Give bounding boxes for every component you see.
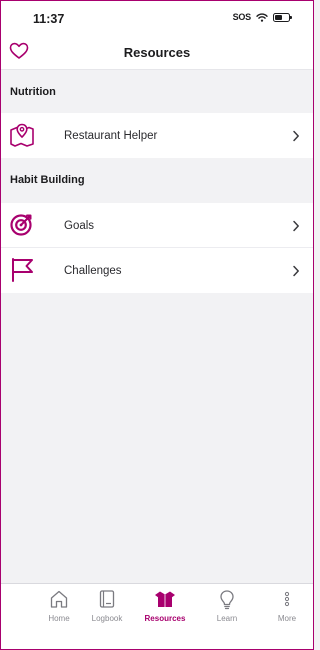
section-header-nutrition: Nutrition [0,70,314,113]
tab-learn[interactable]: Learn [197,584,257,634]
target-icon [10,214,32,236]
chevron-right-icon [293,265,299,276]
page-title: Resources [123,45,191,60]
section-title: Habit Building [10,173,85,186]
battery-icon [273,12,292,22]
list-item-label: Restaurant Helper [64,129,158,142]
tab-more[interactable]: More [257,584,317,634]
list-item-goals[interactable]: Goals [0,203,314,248]
list-item-challenges[interactable]: Challenges [0,248,314,293]
list-item-label: Goals [64,219,95,232]
flag-icon [12,258,33,282]
sos-indicator: SOS [232,12,252,22]
tab-logbook[interactable]: Logbook [77,584,137,634]
tab-label: More [277,614,297,623]
nav-bar: Resources [0,34,314,70]
tab-resources[interactable]: Resources [135,584,195,634]
map-pin-icon [10,123,34,147]
list-item-label: Challenges [64,264,122,277]
home-icon [50,590,68,608]
section-header-habit-building: Habit Building [0,158,314,201]
section-title: Nutrition [10,85,56,98]
resources-box-icon [155,591,175,607]
tab-label: Learn [216,614,238,623]
status-bar: 11:37 SOS [0,0,314,34]
tab-bar: Home Logbook Resources Learn More [0,583,314,650]
tab-label: Logbook [91,614,123,623]
logbook-icon [99,590,115,608]
tab-label: Resources [144,614,186,623]
chevron-right-icon [293,130,299,141]
status-icons: SOS [232,12,292,22]
chevron-right-icon [293,220,299,231]
more-dots-icon [284,591,290,607]
list-item-restaurant-helper[interactable]: Restaurant Helper [0,113,314,158]
lightbulb-icon [220,590,234,610]
status-time: 11:37 [33,12,65,26]
wifi-icon [256,12,268,22]
